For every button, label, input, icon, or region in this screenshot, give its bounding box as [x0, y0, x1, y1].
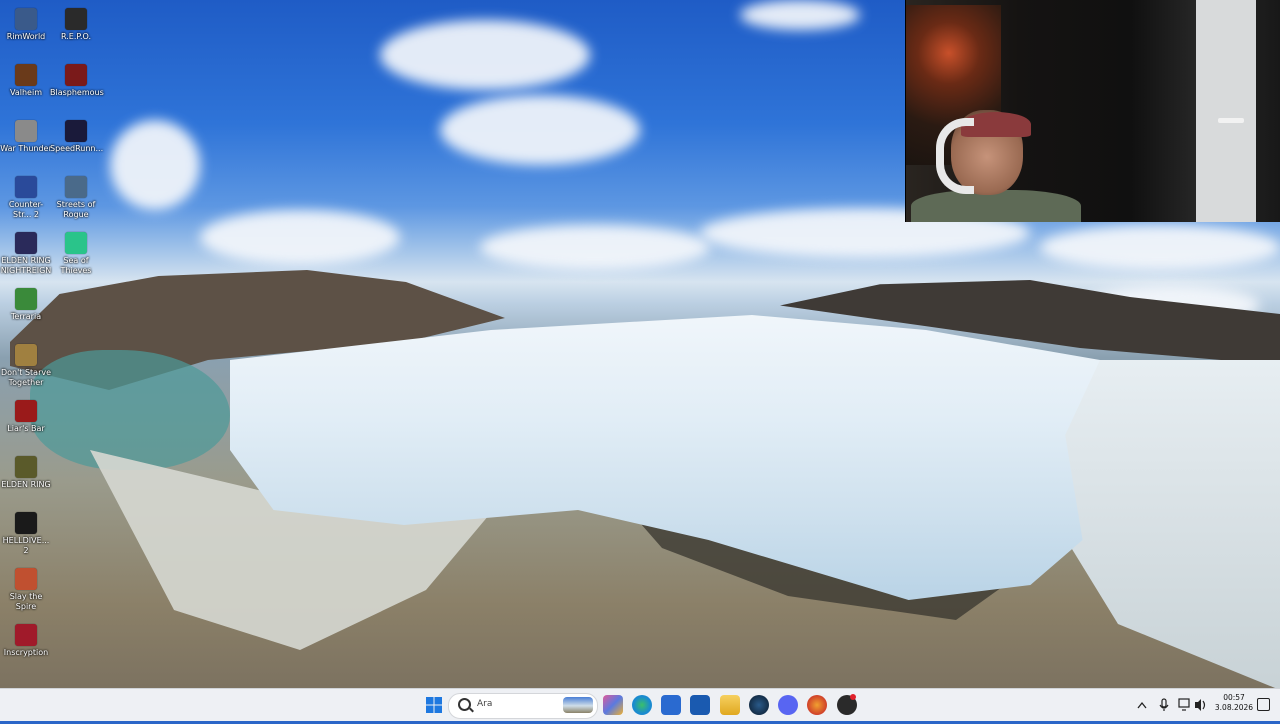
door-handle	[1218, 118, 1244, 123]
app-icon	[65, 176, 87, 198]
desktop-icon[interactable]: ELDEN RING NIGHTREIGN	[0, 228, 52, 276]
headphone-icon	[936, 118, 974, 194]
desktop-icon[interactable]: Blasphemous	[50, 60, 104, 98]
app-icon	[15, 176, 37, 198]
app-icon	[65, 120, 87, 142]
recording-dot	[850, 694, 856, 700]
app-icon	[15, 344, 37, 366]
steam-icon[interactable]	[749, 695, 769, 715]
desktop-icon[interactable]: ELDEN RING	[0, 452, 52, 490]
store-icon[interactable]	[661, 695, 681, 715]
desktop-icon[interactable]: Valheim	[0, 60, 52, 98]
desktop-icon[interactable]: Terraria	[0, 284, 52, 322]
desktop-icon-label: R.E.P.O.	[60, 32, 92, 41]
cloud	[1040, 225, 1280, 270]
desktop-icon[interactable]: SpeedRunn...	[50, 116, 104, 154]
desktop-icon-label: ELDEN RING NIGHTREIGN	[0, 256, 52, 275]
desktop-icon-label: RimWorld	[6, 32, 46, 41]
desktop-icon-label: Counter-Str... 2	[8, 200, 44, 219]
desktop-icon[interactable]: Counter-Str... 2	[0, 172, 52, 220]
desktop-icon[interactable]: HELLDIVE... 2	[0, 508, 52, 556]
app-icon	[65, 232, 87, 254]
start-button[interactable]	[424, 695, 444, 715]
widgets-icon[interactable]	[603, 695, 623, 715]
door	[1196, 0, 1256, 222]
cloud	[380, 20, 590, 90]
desktop-icon-label: Liar's Bar	[7, 424, 45, 433]
search-input[interactable]: Ara	[477, 699, 492, 709]
edge-icon[interactable]	[632, 695, 652, 715]
desktop-icon[interactable]: Don't Starve Together	[0, 340, 52, 388]
firefox-icon[interactable]	[807, 695, 827, 715]
desktop-icon-label: ELDEN RING	[1, 480, 51, 489]
app-icon	[15, 64, 37, 86]
app-icon	[15, 8, 37, 30]
desktop-icon-label: Sea of Thieves	[60, 256, 92, 275]
desktop-icon[interactable]: Inscryption	[0, 620, 52, 658]
cloud	[740, 0, 860, 30]
outlook-icon[interactable]	[690, 695, 710, 715]
webcam-overlay	[905, 0, 1280, 222]
clock-time: 00:57	[1223, 693, 1245, 702]
desktop-icon[interactable]: Liar's Bar	[0, 396, 52, 434]
tray-overflow-chevron-icon[interactable]	[1136, 689, 1148, 721]
desktop-icon-label: Inscryption	[3, 648, 49, 657]
desktop-icon-label: Terraria	[10, 312, 42, 321]
app-icon	[65, 64, 87, 86]
notification-bell-icon[interactable]	[1257, 698, 1270, 711]
desktop-icon-label: HELLDIVE... 2	[2, 536, 50, 555]
desktop-icon-label: Don't Starve Together	[0, 368, 52, 387]
taskbar: Ara 00:57 3.08.2026	[0, 688, 1280, 721]
desktop-icon-label: SpeedRunn...	[50, 144, 104, 153]
desktop-icon[interactable]: War Thunder	[0, 116, 52, 154]
cloud	[110, 120, 200, 210]
desktop-icon[interactable]: Slay the Spire	[0, 564, 52, 612]
desktop-icon[interactable]: RimWorld	[0, 4, 52, 42]
system-clock[interactable]: 00:57 3.08.2026	[1214, 693, 1254, 713]
app-icon	[15, 512, 37, 534]
desktop-icon[interactable]: Sea of Thieves	[50, 228, 102, 276]
desktop-icon-label: Valheim	[10, 88, 42, 97]
desktop-icon-label: Slay the Spire	[9, 592, 43, 611]
cloud	[440, 95, 640, 165]
clock-date: 3.08.2026	[1214, 703, 1254, 712]
search-icon	[458, 698, 471, 711]
app-icon	[15, 120, 37, 142]
search-box[interactable]: Ara	[448, 693, 598, 719]
volume-icon[interactable]	[1194, 689, 1208, 721]
app-icon	[15, 400, 37, 422]
cloud	[480, 225, 710, 270]
network-icon[interactable]	[1178, 689, 1192, 721]
desktop-icon[interactable]: R.E.P.O.	[50, 4, 102, 42]
microphone-icon[interactable]	[1158, 689, 1170, 721]
person-shirt	[911, 190, 1081, 222]
cloud	[200, 210, 400, 265]
desktop-icon[interactable]: Streets of Rogue	[50, 172, 102, 220]
app-icon	[15, 232, 37, 254]
lagoon-water	[30, 350, 230, 470]
app-icon	[15, 624, 37, 646]
desktop-icon-label: War Thunder	[0, 144, 52, 153]
app-icon	[15, 288, 37, 310]
app-icon	[15, 568, 37, 590]
desktop-icon-label: Streets of Rogue	[56, 200, 96, 219]
desktop-icon-label: Blasphemous	[50, 88, 104, 97]
app-icon	[65, 8, 87, 30]
search-highlight-image	[563, 697, 593, 713]
app-icon	[15, 456, 37, 478]
file-explorer-icon[interactable]	[720, 695, 740, 715]
discord-icon[interactable]	[778, 695, 798, 715]
